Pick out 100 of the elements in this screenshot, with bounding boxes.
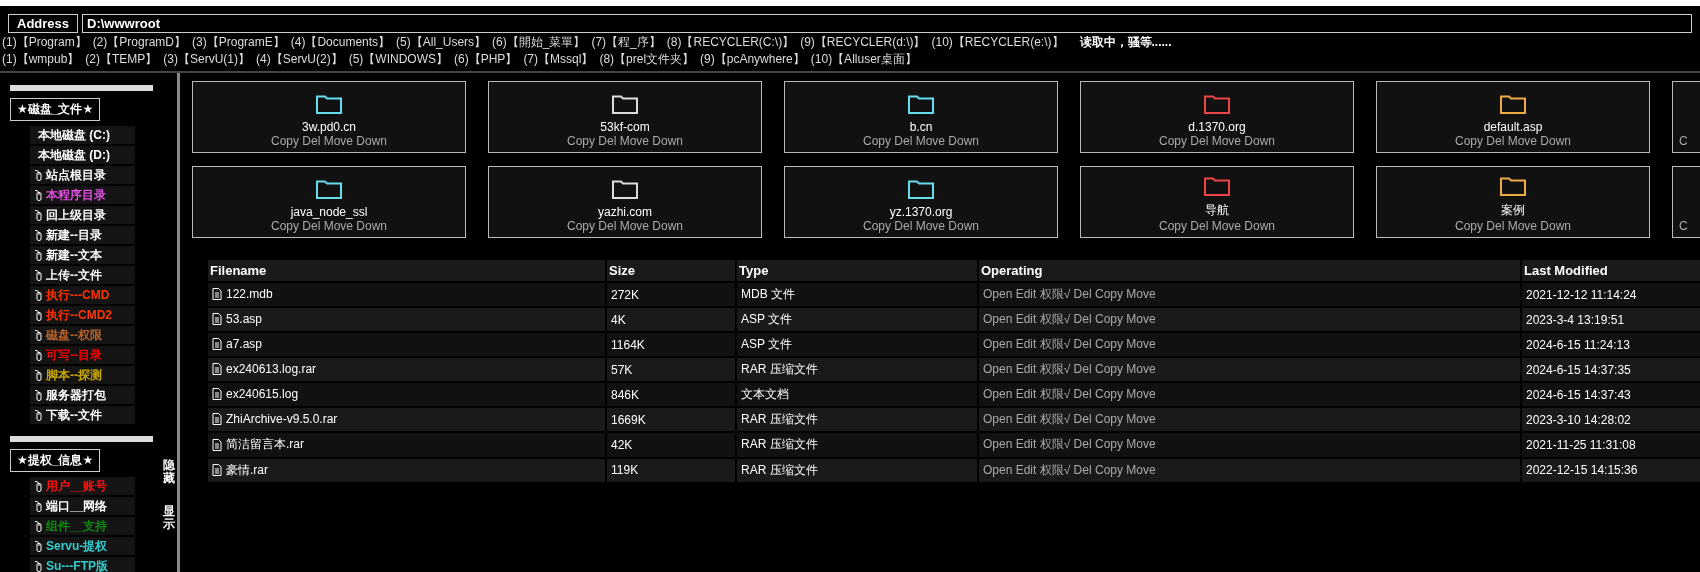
folder-card[interactable]: yz.1370.org Copy Del Move Down <box>784 166 1058 238</box>
table-cell: 272K <box>611 287 640 302</box>
sidebar-link[interactable]: Su---FTP版 <box>30 557 135 572</box>
file-name[interactable]: 简洁留言本.rar <box>226 436 304 453</box>
folder-link[interactable]: (6)【PHP】 <box>454 52 518 67</box>
folder-link[interactable]: (7)【Mssql】 <box>523 52 594 67</box>
file-name[interactable]: a7.asp <box>226 336 263 351</box>
file-actions[interactable]: Open Edit 权限√ Del Copy Move <box>983 437 1156 452</box>
folder-link[interactable]: (3)【ServU(1)】 <box>163 52 251 67</box>
folder-link[interactable]: (10)【RECYCLER(e:\)】 <box>931 35 1064 50</box>
folder-link[interactable]: (6)【開始_菜單】 <box>492 35 586 50</box>
folder-link[interactable]: (1)【wmpub】 <box>2 52 80 67</box>
folder-card[interactable]: 导航 Copy Del Move Down <box>1080 166 1354 238</box>
folder-link[interactable]: (5)【WINDOWS】 <box>348 52 449 67</box>
sidebar-link[interactable]: 执行---CMD <box>30 286 135 304</box>
folder-link[interactable]: (8)【prel文件夹】 <box>599 52 695 67</box>
hide-toggle[interactable]: 隐藏 <box>163 459 175 486</box>
file-actions[interactable]: Open Edit 权限√ Del Copy Move <box>983 312 1156 326</box>
folder-link[interactable]: (4)【ServU(2)】 <box>256 52 343 67</box>
folder-actions[interactable]: Copy Del Move Down <box>566 219 683 233</box>
link-label: 脚本--探测 <box>46 366 102 384</box>
address-field[interactable]: D:\wwwroot <box>82 14 1692 33</box>
folder-link[interactable]: (1)【Program】 <box>2 35 87 50</box>
file-name[interactable]: 豪情.rar <box>226 461 268 479</box>
sidebar-link[interactable]: 站点根目录 <box>30 166 135 184</box>
folder-link[interactable]: (7)【程_序】 <box>591 35 661 50</box>
file-icon <box>212 287 222 300</box>
mouse-icon <box>34 329 43 341</box>
table-cell: RAR 压缩文件 <box>741 362 818 376</box>
sidebar-link[interactable]: 端口__网络 <box>30 497 135 515</box>
folder-actions[interactable]: Copy Del Move Down <box>1454 134 1571 148</box>
file-actions[interactable]: Open Edit 权限√ Del Copy Move <box>983 387 1156 401</box>
table-cell: 1164K <box>611 337 645 352</box>
sidebar-link[interactable]: 执行--CMD2 <box>30 306 135 324</box>
folder-card[interactable]: b.cn Copy Del Move Down <box>784 81 1058 153</box>
link-label: 执行--CMD2 <box>46 306 112 324</box>
folder-link[interactable]: (2)【ProgramD】 <box>92 35 187 50</box>
table-cell: 2023-3-10 14:28:02 <box>1526 412 1631 427</box>
file-icon <box>212 337 222 350</box>
folder-actions[interactable]: Copy Del Move Down <box>270 134 387 148</box>
file-name[interactable]: ZhiArchive-v9.5.0.rar <box>226 411 338 426</box>
folder-card[interactable]: C <box>1672 166 1700 238</box>
folder-link[interactable]: (9)【RECYCLER(d:\)】 <box>800 35 926 50</box>
file-actions[interactable]: Open Edit 权限√ Del Copy Move <box>983 462 1156 477</box>
table-cell: 1669K <box>611 412 646 427</box>
folder-link[interactable]: (3)【ProgramE】 <box>192 35 285 50</box>
file-actions[interactable]: Open Edit 权限√ Del Copy Move <box>983 412 1156 426</box>
folder-card[interactable]: C <box>1672 81 1700 153</box>
folder-card[interactable]: yazhi.com Copy Del Move Down <box>488 166 762 238</box>
file-actions[interactable]: Open Edit 权限√ Del Copy Move <box>983 337 1156 351</box>
file-name[interactable]: ex240613.log.rar <box>226 361 317 376</box>
sidebar-link[interactable]: 回上级目录 <box>30 206 135 224</box>
folder-link[interactable]: (10)【Alluser桌面】 <box>810 52 917 67</box>
folder-actions[interactable]: Copy Del Move Down <box>862 134 979 148</box>
folder-card[interactable]: 案例 Copy Del Move Down <box>1376 166 1650 238</box>
show-toggle[interactable]: 显示 <box>163 505 175 532</box>
folder-link[interactable]: (4)【Documents】 <box>290 35 391 50</box>
folder-actions[interactable]: Copy Del Move Down <box>566 134 683 148</box>
link-label: 本程序目录 <box>46 186 106 204</box>
sidebar-link[interactable]: Servu-提权 <box>30 537 135 555</box>
sidebar-link[interactable]: 磁盘--权限 <box>30 326 135 344</box>
folder-actions[interactable]: Copy Del Move Down <box>270 219 387 233</box>
link-label: 可写--目录 <box>46 346 102 364</box>
file-actions[interactable]: Open Edit 权限√ Del Copy Move <box>983 362 1156 376</box>
link-label: 站点根目录 <box>46 166 106 184</box>
sidebar-link[interactable]: 可写--目录 <box>30 346 135 364</box>
file-name[interactable]: 53.asp <box>226 311 263 326</box>
file-actions[interactable]: Open Edit 权限√ Del Copy Move <box>983 287 1156 301</box>
folder-name: yazhi.com <box>598 205 652 219</box>
folder-link[interactable]: (8)【RECYCLER(C:\)】 <box>666 35 795 50</box>
mouse-icon <box>34 480 43 492</box>
column-header: Operating <box>978 260 1521 282</box>
folder-actions[interactable]: C <box>1679 219 1688 233</box>
file-name[interactable]: 122.mdb <box>226 286 273 301</box>
folder-card[interactable]: java_node_ssl Copy Del Move Down <box>192 166 466 238</box>
sidebar-link[interactable]: 本程序目录 <box>30 186 135 204</box>
sidebar-link[interactable]: 组件__支持 <box>30 517 135 535</box>
folder-card[interactable]: d.1370.org Copy Del Move Down <box>1080 81 1354 153</box>
folder-actions[interactable]: Copy Del Move Down <box>862 219 979 233</box>
folder-card[interactable]: 53kf-com Copy Del Move Down <box>488 81 762 153</box>
link-label: 回上级目录 <box>46 206 106 224</box>
sidebar-link[interactable]: 用户__账号 <box>30 477 135 495</box>
sidebar-link[interactable]: 上传--文件 <box>30 266 135 284</box>
sidebar-link[interactable]: 服务器打包 <box>30 386 135 404</box>
folder-card[interactable]: default.asp Copy Del Move Down <box>1376 81 1650 153</box>
folder-link[interactable]: (2)【TEMP】 <box>85 52 158 67</box>
sidebar-link[interactable]: 新建--文本 <box>30 246 135 264</box>
drive-link[interactable]: 本地磁盘 (D:) <box>30 146 135 164</box>
folder-link[interactable]: (9)【pcAnywhere】 <box>700 52 805 67</box>
folder-actions[interactable]: C <box>1679 134 1688 148</box>
folder-actions[interactable]: Copy Del Move Down <box>1158 219 1275 233</box>
sidebar-link[interactable]: 下载--文件 <box>30 406 135 424</box>
sidebar-link[interactable]: 新建--目录 <box>30 226 135 244</box>
folder-actions[interactable]: Copy Del Move Down <box>1158 134 1275 148</box>
folder-link[interactable]: (5)【All_Users】 <box>396 35 487 50</box>
folder-card[interactable]: 3w.pd0.cn Copy Del Move Down <box>192 81 466 153</box>
folder-actions[interactable]: Copy Del Move Down <box>1454 219 1571 233</box>
sidebar-link[interactable]: 脚本--探测 <box>30 366 135 384</box>
file-name[interactable]: ex240615.log <box>226 386 299 401</box>
drive-link[interactable]: 本地磁盘 (C:) <box>30 126 135 144</box>
